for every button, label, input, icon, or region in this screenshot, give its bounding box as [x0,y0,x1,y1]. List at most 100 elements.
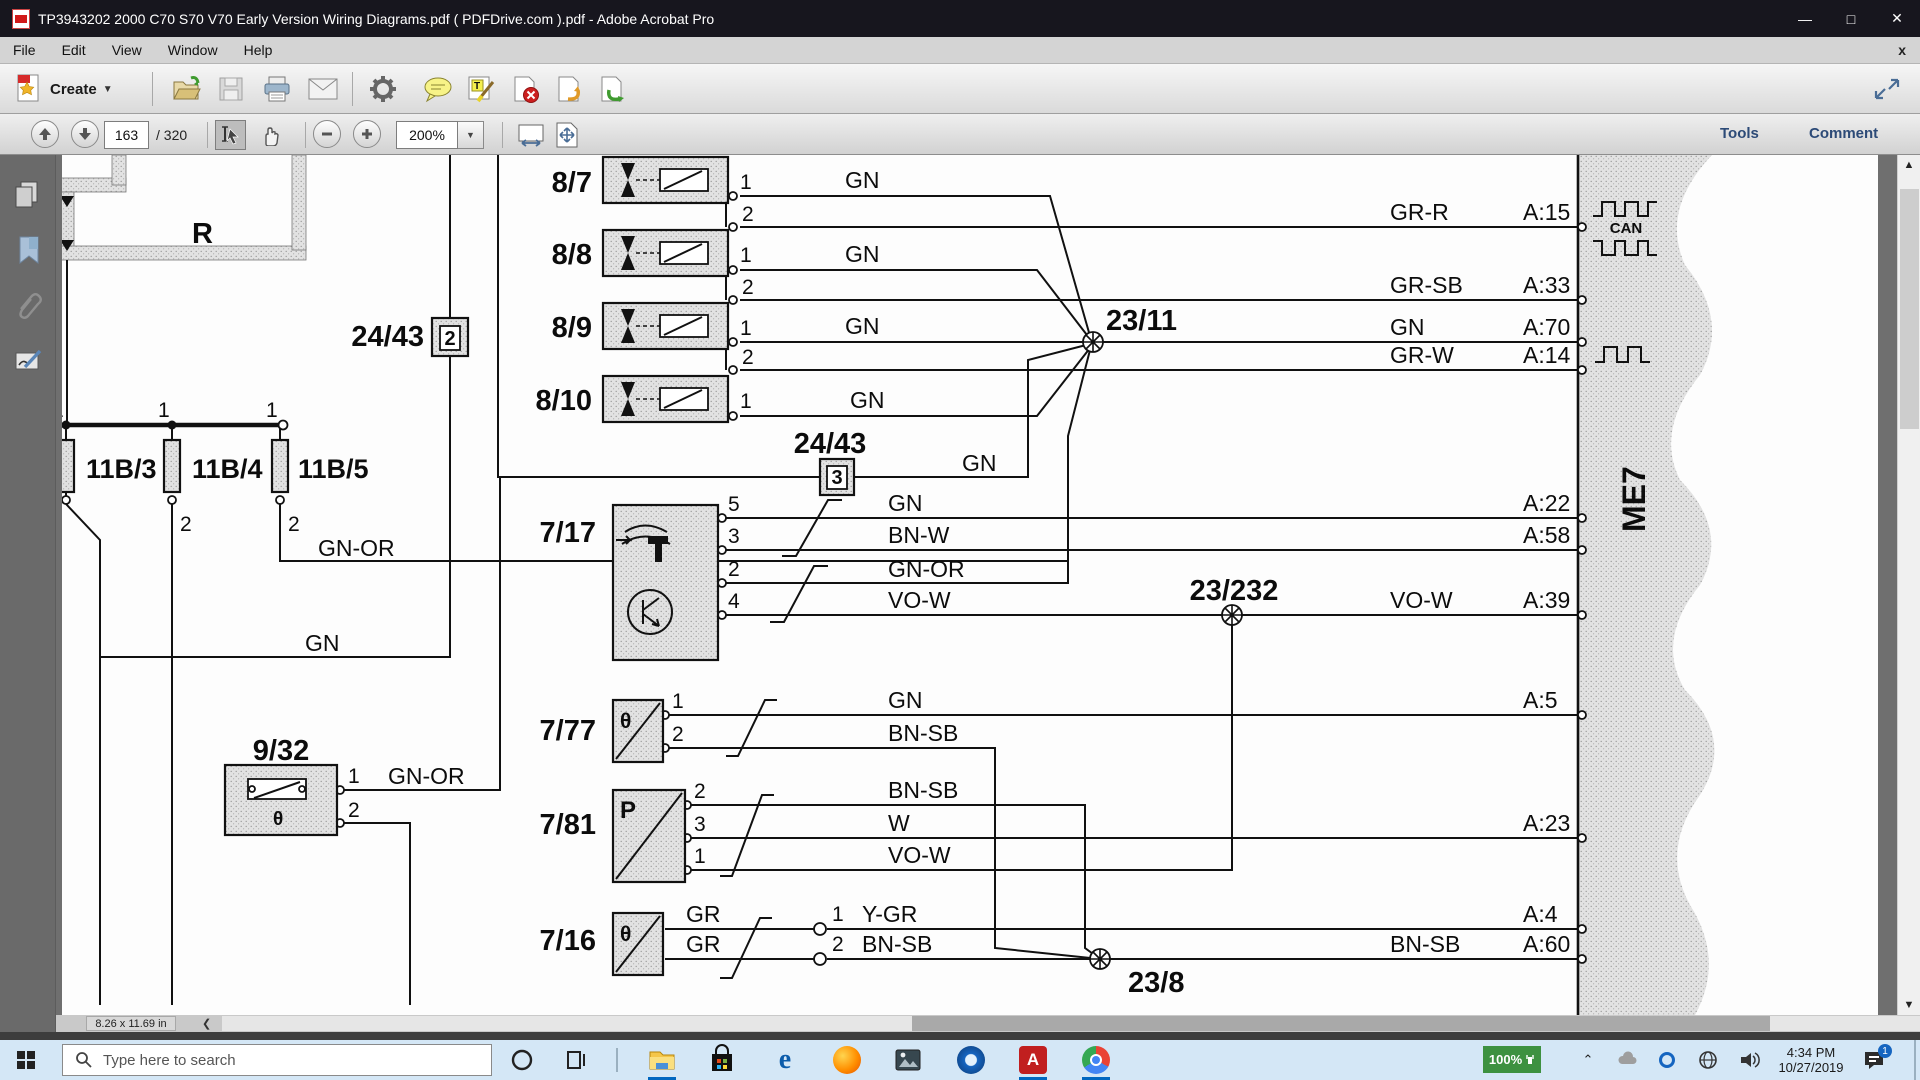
zoom-out-button[interactable] [313,120,341,148]
menu-file[interactable]: File [0,37,49,64]
open-file-icon[interactable] [171,74,201,104]
speaker-icon[interactable] [1737,1049,1761,1071]
select-tool-button[interactable] [215,120,246,150]
windows-start-button[interactable] [10,1044,42,1076]
svg-text:BN-SB: BN-SB [862,931,932,957]
horizontal-scrollbar-row: 8.26 x 11.69 in ❮ [56,1015,1920,1032]
tray-date: 10/27/2019 [1772,1060,1850,1075]
fit-page-icon[interactable] [553,121,581,149]
cortana-icon[interactable] [506,1044,538,1076]
scroll-left-icon[interactable]: ❮ [202,1017,211,1030]
can-wave-lower [1593,241,1657,255]
splice-23-232 [1222,605,1242,625]
tools-button[interactable]: Tools [1720,125,1759,142]
create-button[interactable]: Create ▼ [14,73,113,105]
svg-text:1: 1 [694,845,706,868]
window-bottom-edge [0,1032,1920,1040]
pdf-page[interactable]: CAN ME7 R [62,155,1878,1015]
doc-export-icon[interactable] [597,74,629,104]
menu-help[interactable]: Help [231,37,286,64]
svg-text:2: 2 [180,513,192,536]
highlight-text-icon[interactable]: T [466,74,498,104]
onedrive-cloud-icon[interactable] [1617,1049,1641,1071]
task-view-icon[interactable] [560,1044,592,1076]
svg-text:2: 2 [832,933,844,956]
svg-text:1: 1 [740,171,752,194]
doc-extract-icon[interactable] [554,74,586,104]
hidden-icons-chevron[interactable]: ⌃ [1576,1049,1600,1071]
hand-tool-button[interactable] [255,120,286,150]
svg-text:7/77: 7/77 [540,715,596,747]
svg-text:BN-SB: BN-SB [1390,931,1460,957]
svg-text:A:60: A:60 [1523,931,1570,957]
taskbar: Type here to search e [0,1040,1920,1080]
vertical-scrollbar[interactable]: ▲ ▼ [1897,155,1920,1015]
action-center-icon[interactable]: 1 [1862,1048,1888,1072]
arrow-down-icon [77,126,93,142]
menu-edit[interactable]: Edit [49,37,99,64]
photos-app-icon[interactable] [892,1044,924,1076]
maximize-button[interactable]: □ [1828,0,1874,37]
next-page-button[interactable] [71,120,99,148]
svg-text:GN: GN [888,687,923,713]
media-app-icon[interactable] [955,1044,987,1076]
comment-bubble-icon[interactable] [422,75,454,103]
microsoft-store-icon[interactable] [706,1044,738,1076]
attachments-icon[interactable] [13,291,43,321]
signature-icon[interactable] [13,345,43,375]
svg-text:24/43: 24/43 [794,428,867,460]
zoom-in-button[interactable] [353,120,381,148]
file-explorer-icon[interactable] [646,1044,678,1076]
splice-23-8 [1090,949,1110,969]
minimize-button[interactable]: — [1782,0,1828,37]
bookmarks-icon[interactable] [13,235,43,265]
doc-delete-icon[interactable] [510,74,542,104]
tray-circle-icon[interactable] [1655,1049,1679,1071]
network-icon[interactable] [1696,1049,1720,1071]
horizontal-scroll-thumb[interactable] [912,1016,1770,1031]
menu-view[interactable]: View [99,37,155,64]
expand-toolbar-icon[interactable] [1872,76,1902,102]
minus-icon [320,127,334,141]
page-number-input[interactable]: 163 [104,121,149,149]
svg-text:GN: GN [888,490,923,516]
svg-text:3: 3 [831,467,842,489]
svg-text:GN: GN [845,241,880,267]
fit-width-icon[interactable] [516,123,546,147]
scroll-down-icon[interactable]: ▼ [1898,995,1920,1015]
connector-24-43-2: 2 [432,318,468,356]
show-desktop-button[interactable] [1914,1040,1916,1080]
scroll-up-icon[interactable]: ▲ [1898,155,1920,175]
document-close-icon[interactable]: x [1898,42,1920,58]
print-icon[interactable] [262,74,292,104]
svg-text:θ: θ [620,923,631,946]
page-thumbnails-icon[interactable] [13,180,43,210]
previous-page-button[interactable] [31,120,59,148]
acrobat-icon[interactable]: A [1017,1044,1049,1076]
chrome-icon[interactable] [1080,1044,1112,1076]
comment-button[interactable]: Comment [1809,125,1878,142]
horizontal-scrollbar[interactable] [222,1016,1920,1031]
hand-tool-icon [260,124,282,146]
clock[interactable]: 4:34 PM 10/27/2019 [1772,1045,1850,1075]
zoom-dropdown-button[interactable]: ▼ [458,121,484,149]
svg-text:T: T [474,81,480,92]
email-icon[interactable] [307,77,339,101]
create-label: Create [50,81,97,98]
component-9-32: θ [225,765,337,835]
svg-text:23/11: 23/11 [1106,305,1177,337]
vertical-scroll-thumb[interactable] [1900,189,1919,429]
gear-icon[interactable] [368,74,398,104]
menu-window[interactable]: Window [155,37,231,64]
connector-24-43-3: 3 [820,459,854,495]
svg-text:7/17: 7/17 [540,517,596,549]
navigation-toolbar: 163 / 320 200% ▼ [0,114,1920,155]
close-button[interactable]: ✕ [1874,0,1920,37]
save-icon[interactable] [216,74,246,104]
battery-indicator[interactable]: 100% [1483,1046,1541,1073]
zoom-level-input[interactable]: 200% [396,121,458,149]
taskbar-search-input[interactable]: Type here to search [62,1044,492,1076]
splice-23-11 [1083,332,1103,352]
edge-icon[interactable]: e [769,1044,801,1076]
firefox-icon[interactable] [831,1044,863,1076]
